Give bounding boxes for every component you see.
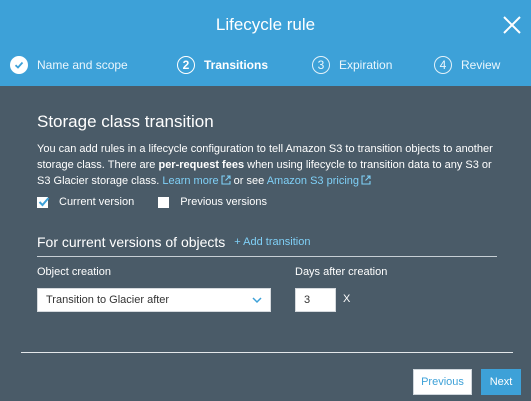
add-transition-link[interactable]: + Add transition: [234, 236, 310, 248]
days-multiplier: X: [343, 293, 351, 305]
days-after-creation-label: Days after creation: [295, 266, 388, 278]
current-version-label: Current version: [59, 196, 135, 208]
object-creation-select[interactable]: Transition to Glacier after: [37, 288, 271, 312]
days-input[interactable]: 3: [295, 288, 336, 312]
section-description: You can add rules in a lifecycle configu…: [37, 141, 497, 189]
step-transitions[interactable]: 2 Transitions: [177, 50, 268, 80]
check-icon: [38, 196, 50, 206]
object-creation-value: Transition to Glacier after: [46, 294, 170, 306]
step-name-and-scope[interactable]: Name and scope: [10, 50, 128, 80]
step-label: Transitions: [204, 58, 269, 72]
current-versions-header: For current versions of objects + Add tr…: [37, 234, 497, 257]
step-expiration[interactable]: 3 Expiration: [312, 50, 392, 80]
step-label: Review: [461, 58, 501, 72]
wizard-steps: Name and scope 2 Transitions 3 Expiratio…: [0, 50, 531, 80]
pricing-link[interactable]: Amazon S3 pricing: [267, 175, 371, 187]
step-number: 2: [177, 56, 195, 74]
check-icon: [10, 56, 28, 74]
step-number: 3: [312, 56, 330, 74]
previous-button[interactable]: Previous: [413, 369, 472, 395]
learn-more-label: Learn more: [162, 175, 219, 187]
current-versions-title: For current versions of objects: [37, 234, 226, 250]
previous-versions-checkbox[interactable]: [158, 196, 170, 208]
section-title: Storage class transition: [37, 112, 214, 131]
object-creation-label: Object creation: [37, 266, 111, 278]
storage-class-section: Storage class transition You can add rul…: [37, 112, 497, 189]
external-link-icon: [221, 175, 231, 185]
version-checkboxes: Current version Previous versions: [37, 196, 291, 208]
step-label: Expiration: [339, 58, 393, 72]
chevron-down-icon: [252, 297, 262, 304]
learn-more-link[interactable]: Learn more: [162, 175, 231, 187]
next-button[interactable]: Next: [481, 369, 521, 395]
step-label: Name and scope: [37, 58, 128, 72]
current-version-checkbox[interactable]: [37, 196, 50, 208]
pricing-label: Amazon S3 pricing: [266, 175, 360, 187]
step-review[interactable]: 4 Review: [434, 50, 500, 80]
dialog-header: Lifecycle rule Name and scope 2 Transiti…: [0, 0, 531, 86]
external-link-icon: [361, 175, 371, 185]
desc-or-see: or see: [230, 175, 267, 187]
step-number: 4: [434, 56, 452, 74]
previous-versions-label: Previous versions: [180, 196, 268, 208]
dialog-title: Lifecycle rule: [215, 15, 316, 34]
close-icon[interactable]: [501, 14, 523, 36]
desc-bold: per-request fees: [158, 159, 245, 171]
footer-divider: [21, 352, 513, 353]
